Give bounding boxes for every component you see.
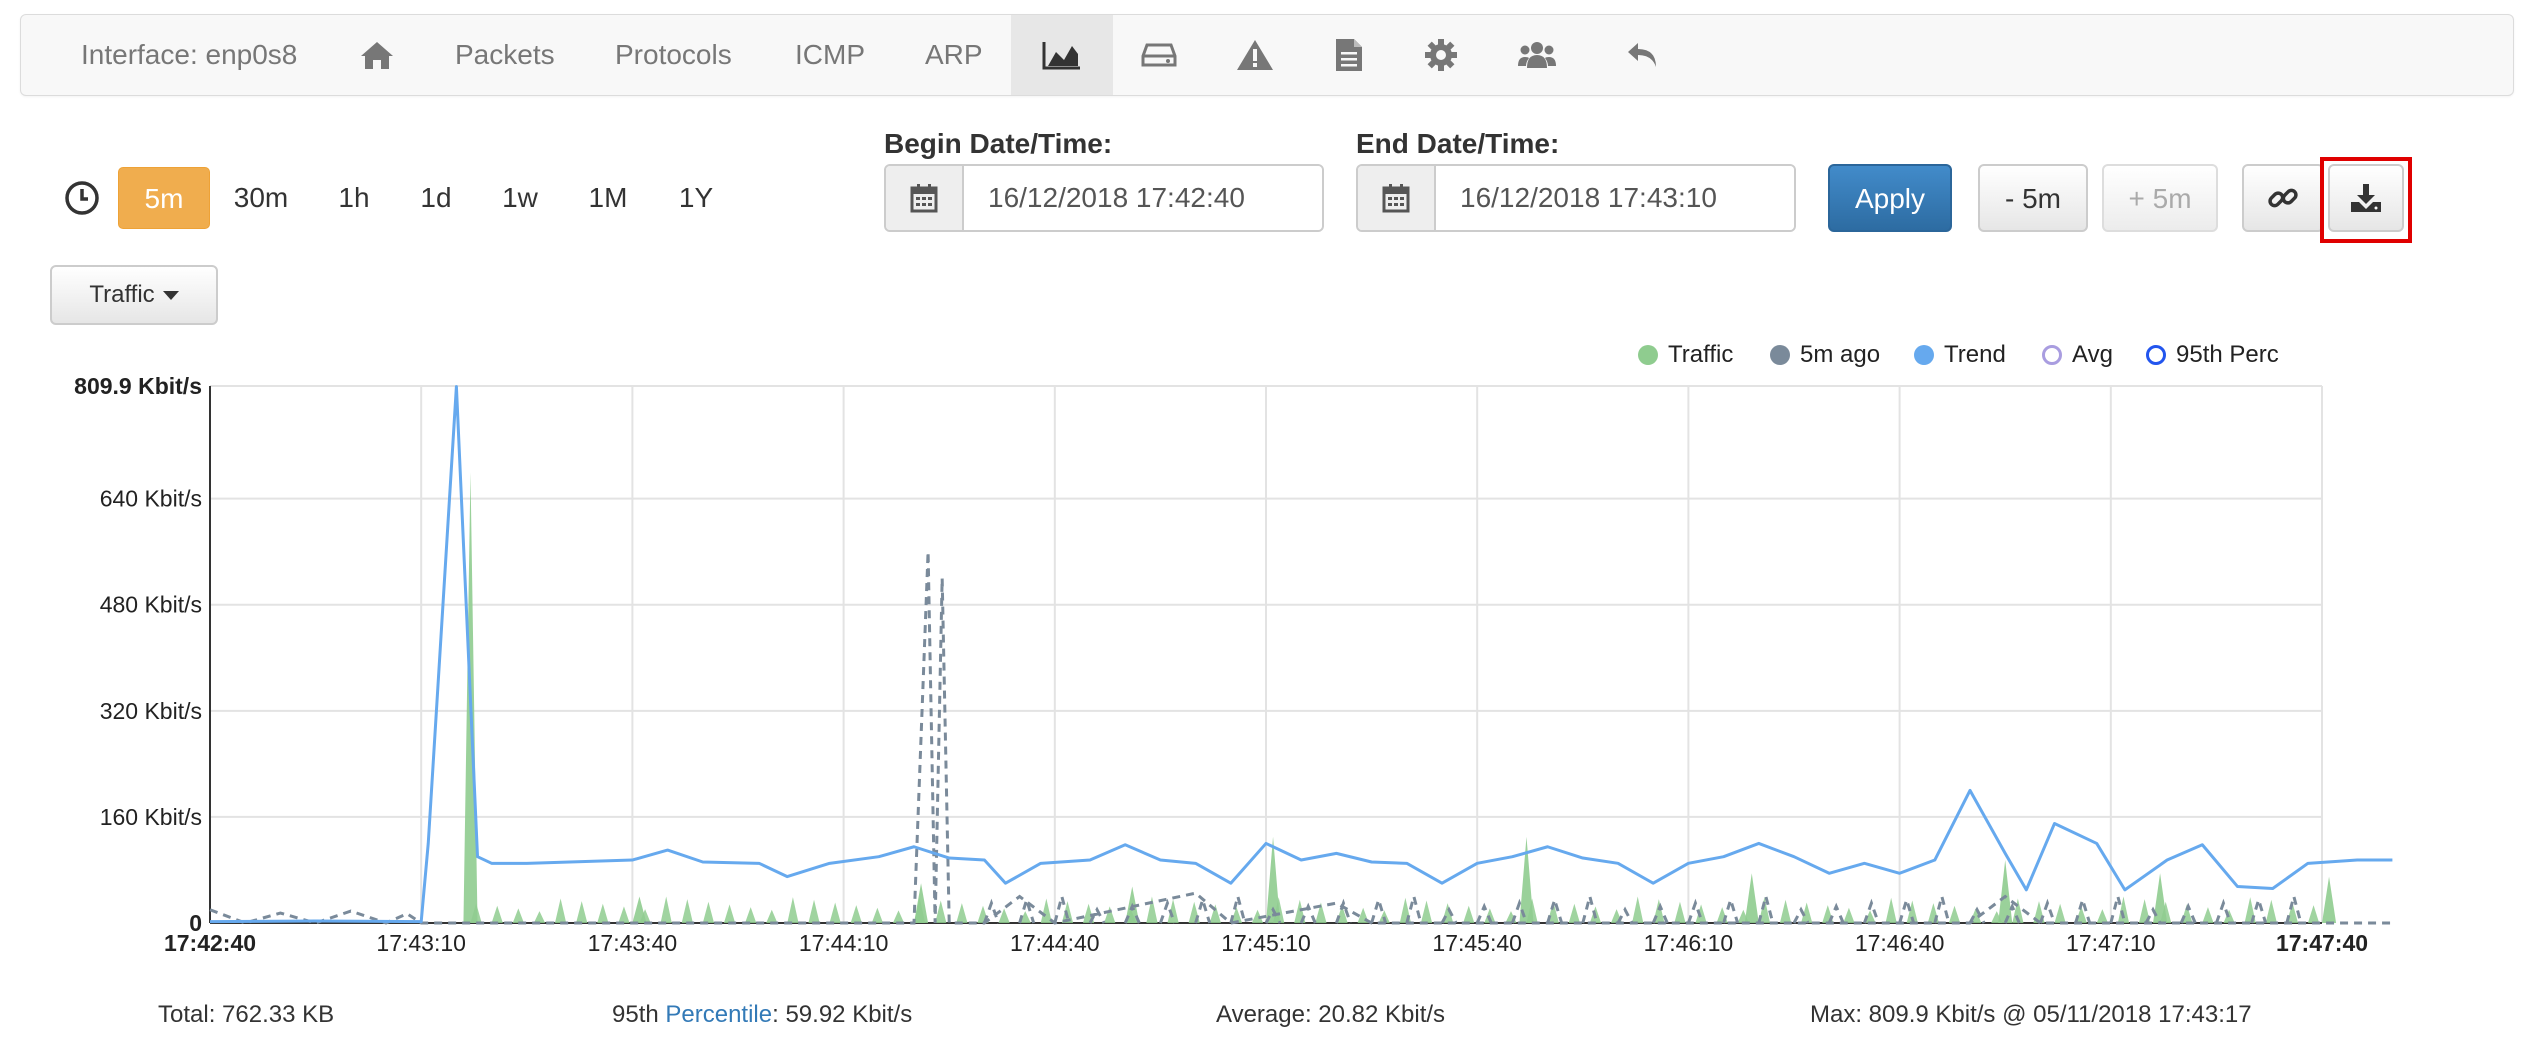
begin-datetime-group xyxy=(884,164,1324,232)
range-5m-button[interactable]: 5m xyxy=(118,167,210,229)
begin-datetime-input[interactable] xyxy=(964,166,1322,230)
x-tick-label: 17:45:40 xyxy=(1432,930,1522,956)
range-1M-button[interactable]: 1M xyxy=(572,167,644,229)
download-highlight-box xyxy=(2320,157,2412,243)
end-datetime-label: End Date/Time: xyxy=(1356,128,1560,159)
gear-icon[interactable] xyxy=(1411,15,1471,95)
x-tick-label: 17:45:10 xyxy=(1221,930,1311,956)
stat-average: Average: 20.82 Kbit/s xyxy=(1216,1001,1446,1028)
nav-protocols[interactable]: Protocols xyxy=(615,15,732,95)
end-datetime-input[interactable] xyxy=(1436,166,1794,230)
range-1d-button[interactable]: 1d xyxy=(400,167,472,229)
nav-packets[interactable]: Packets xyxy=(455,15,555,95)
link-icon xyxy=(2268,188,2298,208)
reply-icon[interactable] xyxy=(1613,15,1673,95)
percentile-link[interactable]: Percentile xyxy=(665,1001,772,1028)
x-tick-label: 17:47:40 xyxy=(2276,930,2368,956)
plus-5m-button[interactable]: + 5m xyxy=(2102,164,2218,232)
users-icon[interactable] xyxy=(1507,15,1567,95)
metric-dropdown-label: Traffic xyxy=(89,281,155,308)
nav-icmp[interactable]: ICMP xyxy=(795,15,865,95)
range-1h-button[interactable]: 1h xyxy=(318,167,390,229)
x-tick-label: 17:44:10 xyxy=(799,930,889,956)
warning-icon[interactable] xyxy=(1225,15,1285,95)
five-min-ago-line xyxy=(209,551,2393,925)
chevron-down-icon xyxy=(162,291,179,301)
metric-dropdown-button[interactable]: Traffic xyxy=(50,265,218,325)
nav-interface-label[interactable]: Interface: enp0s8 xyxy=(81,15,297,95)
file-icon[interactable] xyxy=(1319,15,1379,95)
range-1w-button[interactable]: 1w xyxy=(484,167,556,229)
traffic-area-spikes xyxy=(463,472,2337,923)
top-navbar: Interface: enp0s8 Packets Protocols ICMP… xyxy=(20,14,2514,96)
calendar-icon[interactable] xyxy=(886,166,964,230)
traffic-chart: 809.9 Kbit/s 640 Kbit/s 480 Kbit/s 320 Kbit… xyxy=(74,373,2393,956)
y-tick-label: 480 Kbit/s xyxy=(100,592,202,618)
y-tick-label: 160 Kbit/s xyxy=(100,804,202,830)
y-tick-label: 320 Kbit/s xyxy=(100,698,202,724)
y-tick-label: 809.9 Kbit/s xyxy=(74,373,202,399)
x-tick-label: 17:42:40 xyxy=(164,930,256,956)
range-30m-button[interactable]: 30m xyxy=(222,167,300,229)
home-icon[interactable] xyxy=(347,15,407,95)
calendar-icon[interactable] xyxy=(1358,166,1436,230)
stat-max: Max: 809.9 Kbit/s @ 05/11/2018 17:43:17 xyxy=(1810,1001,2252,1028)
y-tick-label: 640 Kbit/s xyxy=(100,486,202,512)
stat-95th-value: : 59.92 Kbit/s xyxy=(772,1001,913,1028)
trend-line xyxy=(209,385,2393,924)
link-button[interactable] xyxy=(2242,164,2324,232)
x-tick-label: 17:47:10 xyxy=(2066,930,2156,956)
x-tick-label: 17:46:40 xyxy=(1855,930,1945,956)
hdd-icon[interactable] xyxy=(1129,15,1189,95)
apply-button[interactable]: Apply xyxy=(1828,164,1952,232)
end-datetime-group xyxy=(1356,164,1796,232)
area-chart-icon[interactable] xyxy=(1011,15,1113,95)
nav-arp[interactable]: ARP xyxy=(925,15,983,95)
stat-95th-percentile: 95th Percentile: 59.92 Kbit/s xyxy=(612,1001,912,1029)
begin-datetime-label: Begin Date/Time: xyxy=(884,128,1113,159)
x-tick-label: 17:43:10 xyxy=(376,930,466,956)
x-tick-label: 17:44:40 xyxy=(1010,930,1100,956)
stat-95th-prefix: 95th xyxy=(612,1001,666,1028)
clock-icon xyxy=(64,180,100,216)
range-1Y-button[interactable]: 1Y xyxy=(660,167,732,229)
stat-total: Total: 762.33 KB xyxy=(158,1001,335,1028)
minus-5m-button[interactable]: - 5m xyxy=(1978,164,2088,232)
x-tick-label: 17:43:40 xyxy=(588,930,678,956)
x-tick-label: 17:46:10 xyxy=(1644,930,1734,956)
